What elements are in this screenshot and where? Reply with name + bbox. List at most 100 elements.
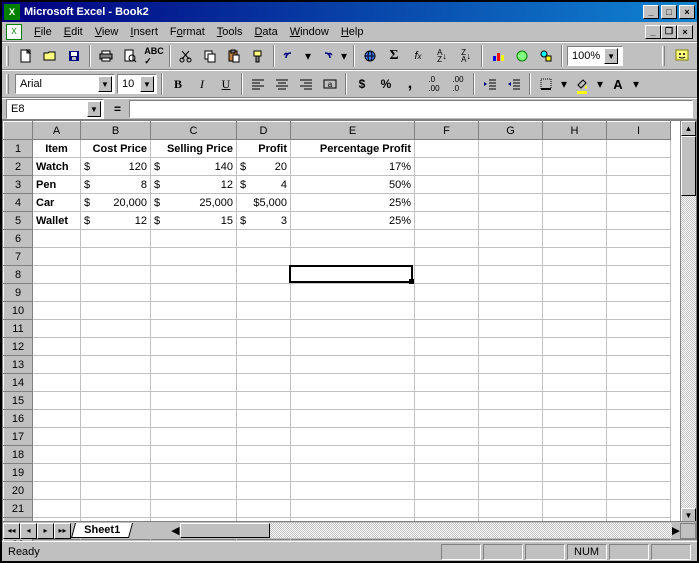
formula-input[interactable] (129, 100, 693, 118)
toolbar-grip[interactable] (6, 46, 9, 66)
new-button[interactable] (15, 45, 37, 67)
underline-button[interactable]: U (215, 73, 237, 95)
toolbar-grip-3[interactable] (6, 74, 9, 94)
menu-data[interactable]: Data (248, 24, 283, 40)
menu-format[interactable]: Format (164, 24, 211, 40)
font-color-dropdown[interactable]: ▾ (631, 73, 641, 95)
row-header-20[interactable]: 20 (4, 482, 33, 500)
cell-C2[interactable]: $140 (151, 158, 237, 176)
cell-A3[interactable]: Pen (33, 176, 81, 194)
cell-E3[interactable]: 50% (291, 176, 415, 194)
cell-A6[interactable] (33, 230, 81, 248)
toolbar-grip-2[interactable] (662, 46, 665, 66)
percent-button[interactable]: % (375, 73, 397, 95)
bold-button[interactable]: B (167, 73, 189, 95)
scroll-up-button[interactable]: ▲ (681, 121, 696, 136)
cell-D2[interactable]: $20 (237, 158, 291, 176)
formula-equals-icon[interactable]: = (110, 102, 125, 116)
decrease-indent-button[interactable] (479, 73, 501, 95)
col-header-I[interactable]: I (607, 122, 671, 140)
borders-button[interactable] (535, 73, 557, 95)
row-header-8[interactable]: 8 (4, 266, 33, 284)
align-center-button[interactable] (271, 73, 293, 95)
font-combo[interactable]: Arial ▼ (15, 74, 115, 94)
fill-color-button[interactable] (571, 73, 593, 95)
cell-H3[interactable] (543, 176, 607, 194)
tab-nav-prev[interactable]: ◂ (20, 523, 37, 539)
close-button[interactable]: × (679, 5, 695, 19)
fill-color-dropdown[interactable]: ▾ (595, 73, 605, 95)
undo-dropdown[interactable]: ▾ (303, 45, 313, 67)
doc-minimize-button[interactable]: _ (645, 25, 661, 39)
row-header-2[interactable]: 2 (4, 158, 33, 176)
font-dropdown-icon[interactable]: ▼ (98, 76, 112, 92)
row-header-12[interactable]: 12 (4, 338, 33, 356)
cell-F2[interactable] (415, 158, 479, 176)
sort-desc-button[interactable]: ZA↓ (455, 45, 477, 67)
cell-E2[interactable]: 17% (291, 158, 415, 176)
col-header-A[interactable]: A (33, 122, 81, 140)
paste-button[interactable] (223, 45, 245, 67)
row-header-11[interactable]: 11 (4, 320, 33, 338)
increase-indent-button[interactable] (503, 73, 525, 95)
cell-B5[interactable]: $12 (81, 212, 151, 230)
row-header-17[interactable]: 17 (4, 428, 33, 446)
workbook-icon[interactable]: X (6, 24, 22, 40)
merge-center-button[interactable]: a (319, 73, 341, 95)
cell-F3[interactable] (415, 176, 479, 194)
minimize-button[interactable]: _ (643, 5, 659, 19)
menu-help[interactable]: Help (335, 24, 370, 40)
hyperlink-button[interactable] (359, 45, 381, 67)
col-header-F[interactable]: F (415, 122, 479, 140)
zoom-dropdown-icon[interactable]: ▼ (604, 48, 618, 64)
cell-D1[interactable]: Profit (237, 140, 291, 158)
currency-button[interactable]: $ (351, 73, 373, 95)
col-header-C[interactable]: C (151, 122, 237, 140)
menu-insert[interactable]: Insert (124, 24, 164, 40)
cell-I1[interactable] (607, 140, 671, 158)
cell-I4[interactable] (607, 194, 671, 212)
cell-C5[interactable]: $15 (151, 212, 237, 230)
cell-H2[interactable] (543, 158, 607, 176)
scroll-right-button[interactable]: ▶ (672, 524, 680, 537)
sort-asc-button[interactable]: AZ↓ (431, 45, 453, 67)
row-header-13[interactable]: 13 (4, 356, 33, 374)
sheet-tab-sheet1[interactable]: Sheet1 (71, 523, 133, 538)
cell-D3[interactable]: $4 (237, 176, 291, 194)
cell-G5[interactable] (479, 212, 543, 230)
print-button[interactable] (95, 45, 117, 67)
redo-dropdown[interactable]: ▾ (339, 45, 349, 67)
doc-restore-button[interactable]: ❐ (661, 25, 677, 39)
cell-F5[interactable] (415, 212, 479, 230)
hscroll-thumb[interactable] (180, 523, 270, 538)
col-header-H[interactable]: H (543, 122, 607, 140)
cell-H1[interactable] (543, 140, 607, 158)
menu-view[interactable]: View (89, 24, 125, 40)
cell-C1[interactable]: Selling Price (151, 140, 237, 158)
tab-nav-first[interactable]: ◂◂ (3, 523, 20, 539)
row-header-6[interactable]: 6 (4, 230, 33, 248)
menu-edit[interactable]: Edit (58, 24, 89, 40)
row-header-10[interactable]: 10 (4, 302, 33, 320)
cell-G2[interactable] (479, 158, 543, 176)
comma-button[interactable]: , (399, 73, 421, 95)
font-color-button[interactable]: A (607, 73, 629, 95)
row-header-21[interactable]: 21 (4, 500, 33, 518)
row-header-5[interactable]: 5 (4, 212, 33, 230)
cell-D4[interactable]: $5,000 (237, 194, 291, 212)
function-button[interactable]: fx (407, 45, 429, 67)
maximize-button[interactable]: □ (661, 5, 677, 19)
cell-A5[interactable]: Wallet (33, 212, 81, 230)
cell-G4[interactable] (479, 194, 543, 212)
cell-G1[interactable] (479, 140, 543, 158)
chart-wizard-button[interactable] (487, 45, 509, 67)
menu-window[interactable]: Window (284, 24, 335, 40)
cell-E4[interactable]: 25% (291, 194, 415, 212)
office-assistant-button[interactable] (671, 45, 693, 67)
cell-H5[interactable] (543, 212, 607, 230)
col-header-D[interactable]: D (237, 122, 291, 140)
undo-button[interactable] (279, 45, 301, 67)
col-header-G[interactable]: G (479, 122, 543, 140)
doc-close-button[interactable]: × (677, 25, 693, 39)
row-header-16[interactable]: 16 (4, 410, 33, 428)
